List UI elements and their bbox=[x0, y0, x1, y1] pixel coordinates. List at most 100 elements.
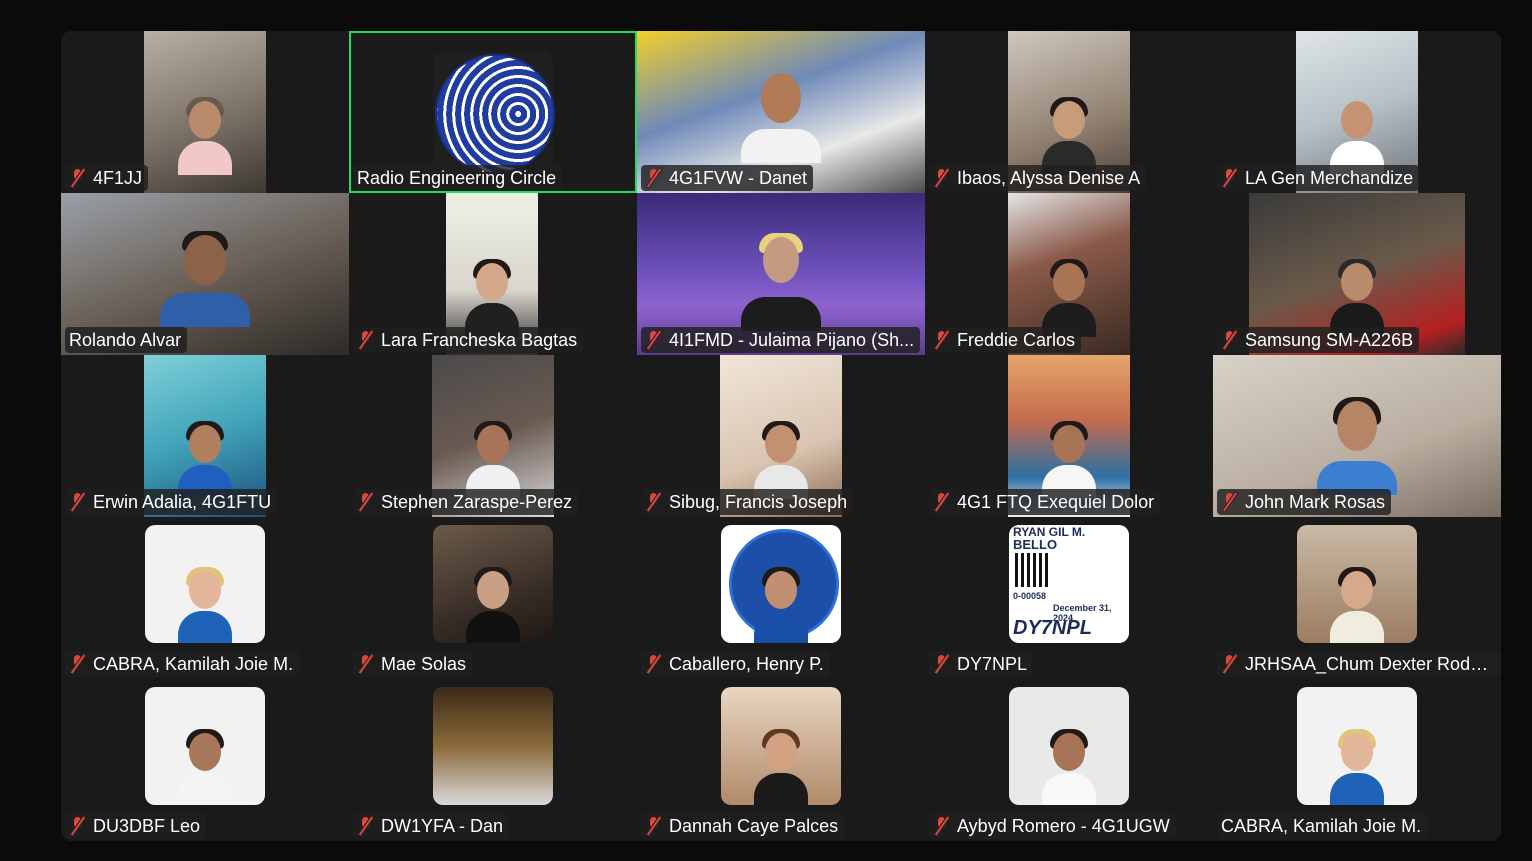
participant-name: 4G1FVW - Danet bbox=[669, 167, 808, 188]
chess-board-picture bbox=[433, 687, 553, 805]
participant-tile[interactable]: Lara Francheska Bagtas bbox=[349, 193, 637, 355]
name-tag: JRHSAA_Chum Dexter Roder... bbox=[1217, 651, 1501, 677]
mic-muted-icon bbox=[645, 330, 663, 350]
participant-tile[interactable]: Samsung SM-A226B bbox=[1213, 193, 1501, 355]
participant-tile[interactable]: JRHSAA_Chum Dexter Roder... bbox=[1213, 517, 1501, 679]
profile-picture bbox=[145, 525, 265, 643]
participant-name: CABRA, Kamilah Joie M. bbox=[93, 653, 294, 674]
participant-name: DY7NPL bbox=[957, 653, 1028, 674]
participant-tile[interactable]: DW1YFA - Dan bbox=[349, 679, 637, 841]
participant-name: 4G1 FTQ Exequiel Dolor bbox=[957, 491, 1155, 512]
profile-picture bbox=[1297, 525, 1417, 643]
participant-name: Radio Engineering Circle bbox=[357, 167, 557, 188]
participant-figure bbox=[1042, 259, 1096, 337]
participant-tile[interactable]: 4F1JJ bbox=[61, 31, 349, 193]
participant-name: DU3DBF Leo bbox=[93, 815, 201, 836]
video-gallery: 4F1JJ Radio Engineering Circle 4G1FVW - … bbox=[61, 31, 1501, 841]
participant-name: CABRA, Kamilah Joie M. bbox=[1221, 815, 1422, 836]
qr-code-icon bbox=[1015, 553, 1049, 587]
participant-tile[interactable]: LA Gen Merchandize bbox=[1213, 31, 1501, 193]
participant-tile[interactable]: Dannah Caye Palces bbox=[637, 679, 925, 841]
profile-picture bbox=[1297, 687, 1417, 805]
participant-name: Erwin Adalia, 4G1FTU bbox=[93, 491, 272, 512]
participant-tile[interactable]: Stephen Zaraspe-Perez bbox=[349, 355, 637, 517]
participant-tile[interactable]: 4I1FMD - Julaima Pijano (Sh... bbox=[637, 193, 925, 355]
participant-figure bbox=[1330, 259, 1384, 337]
participant-figure bbox=[754, 567, 808, 643]
participant-figure bbox=[178, 97, 232, 175]
participant-name: Sibug, Francis Joseph bbox=[669, 491, 848, 512]
mic-muted-icon bbox=[357, 816, 375, 836]
mic-muted-icon bbox=[357, 492, 375, 512]
mic-muted-icon bbox=[645, 816, 663, 836]
name-tag: Sibug, Francis Joseph bbox=[641, 489, 854, 515]
mic-muted-icon bbox=[1221, 330, 1239, 350]
participant-tile[interactable]: Caballero, Henry P. bbox=[637, 517, 925, 679]
participant-tile[interactable]: Freddie Carlos bbox=[925, 193, 1213, 355]
id-card-picture: RYAN GIL M. BELLO 0-00058 December 31, 2… bbox=[1009, 525, 1129, 643]
participant-name: Ibaos, Alyssa Denise A bbox=[957, 167, 1141, 188]
name-tag: Ibaos, Alyssa Denise A bbox=[929, 165, 1147, 191]
participant-tile[interactable]: 4G1FVW - Danet bbox=[637, 31, 925, 193]
name-tag: Aybyd Romero - 4G1UGW bbox=[929, 813, 1176, 839]
mic-muted-icon bbox=[69, 816, 87, 836]
id-card-surname: BELLO bbox=[1013, 537, 1058, 552]
name-tag: 4I1FMD - Julaima Pijano (Sh... bbox=[641, 327, 921, 353]
profile-picture bbox=[721, 687, 841, 805]
participant-tile[interactable]: CABRA, Kamilah Joie M. bbox=[1213, 679, 1501, 841]
mic-muted-icon bbox=[1221, 492, 1239, 512]
participant-name: DW1YFA - Dan bbox=[381, 815, 504, 836]
participant-name: Lara Francheska Bagtas bbox=[381, 329, 578, 350]
participant-figure bbox=[1330, 101, 1384, 175]
participant-tile[interactable]: RYAN GIL M. BELLO 0-00058 December 31, 2… bbox=[925, 517, 1213, 679]
name-tag: Radio Engineering Circle bbox=[353, 165, 563, 191]
participant-name: Samsung SM-A226B bbox=[1245, 329, 1414, 350]
participant-figure bbox=[466, 567, 520, 643]
name-tag: 4F1JJ bbox=[65, 165, 149, 191]
participant-name: 4I1FMD - Julaima Pijano (Sh... bbox=[669, 329, 915, 350]
name-tag: 4G1FVW - Danet bbox=[641, 165, 814, 191]
name-tag: Samsung SM-A226B bbox=[1217, 327, 1420, 353]
mic-muted-icon bbox=[933, 330, 951, 350]
participant-tile[interactable]: 4G1 FTQ Exequiel Dolor bbox=[925, 355, 1213, 517]
name-tag: John Mark Rosas bbox=[1217, 489, 1392, 515]
participant-name: Dannah Caye Palces bbox=[669, 815, 839, 836]
participant-name: Stephen Zaraspe-Perez bbox=[381, 491, 573, 512]
participant-tile[interactable]: Erwin Adalia, 4G1FTU bbox=[61, 355, 349, 517]
participant-figure bbox=[754, 729, 808, 805]
participant-figure bbox=[178, 421, 232, 499]
participant-tile[interactable]: Rolando Alvar bbox=[61, 193, 349, 355]
participant-tile[interactable]: CABRA, Kamilah Joie M. bbox=[61, 517, 349, 679]
participant-figure bbox=[466, 421, 520, 499]
participant-figure bbox=[178, 729, 232, 805]
profile-picture bbox=[433, 52, 555, 174]
profile-picture bbox=[145, 687, 265, 805]
profile-picture bbox=[1009, 687, 1129, 805]
name-tag: Stephen Zaraspe-Perez bbox=[353, 489, 579, 515]
participant-tile[interactable]: Sibug, Francis Joseph bbox=[637, 355, 925, 517]
participant-figure bbox=[1330, 729, 1384, 805]
mic-muted-icon bbox=[645, 492, 663, 512]
mic-muted-icon bbox=[357, 654, 375, 674]
participant-tile[interactable]: Ibaos, Alyssa Denise A bbox=[925, 31, 1213, 193]
participant-tile-active-speaker[interactable]: Radio Engineering Circle bbox=[349, 31, 637, 193]
participant-figure bbox=[1042, 421, 1096, 499]
participant-tile[interactable]: John Mark Rosas bbox=[1213, 355, 1501, 517]
mic-muted-icon bbox=[645, 654, 663, 674]
name-tag: Rolando Alvar bbox=[65, 327, 188, 353]
mic-muted-icon bbox=[933, 168, 951, 188]
mic-muted-icon bbox=[1221, 168, 1239, 188]
participant-name: 4F1JJ bbox=[93, 167, 143, 188]
id-card-callsign: DY7NPL bbox=[1013, 617, 1092, 639]
participant-name: Freddie Carlos bbox=[957, 329, 1076, 350]
participant-tile[interactable]: Aybyd Romero - 4G1UGW bbox=[925, 679, 1213, 841]
participant-tile[interactable]: DU3DBF Leo bbox=[61, 679, 349, 841]
participant-tile[interactable]: Mae Solas bbox=[349, 517, 637, 679]
mic-muted-icon bbox=[933, 654, 951, 674]
name-tag: Caballero, Henry P. bbox=[641, 651, 830, 677]
mic-muted-icon bbox=[933, 816, 951, 836]
mic-muted-icon bbox=[69, 654, 87, 674]
participant-name: Mae Solas bbox=[381, 653, 467, 674]
participant-name: JRHSAA_Chum Dexter Roder... bbox=[1245, 653, 1497, 674]
video-feed bbox=[144, 31, 266, 193]
